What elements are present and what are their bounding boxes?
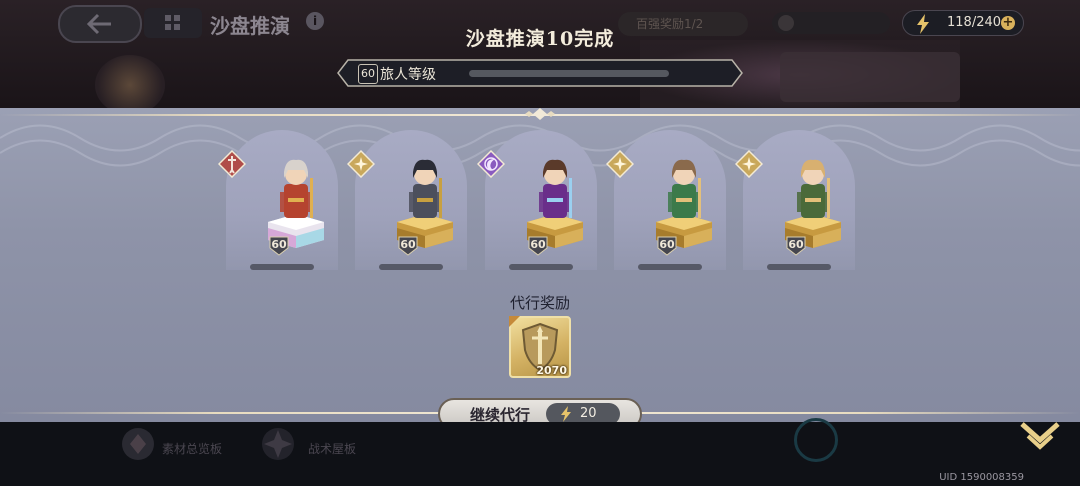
traveler-level-label: 旅人等级 [380, 67, 436, 83]
continue-cost-value: 20 [580, 406, 597, 421]
hero-card-1[interactable]: 60 [218, 130, 338, 270]
hero-card-5[interactable]: 60 [735, 130, 855, 270]
traveler-level-badge: 60 [358, 64, 378, 84]
element-light-icon [735, 150, 763, 178]
reward-item[interactable]: 2070 [509, 316, 571, 378]
element-sword-icon [218, 150, 246, 178]
hero-figure [268, 159, 324, 248]
hero-card-3[interactable]: 60 [477, 130, 597, 270]
bg-blur-emblem [95, 55, 165, 115]
hero-figure [785, 159, 841, 248]
traveler-level-bar: 60 旅人等级 [336, 58, 744, 88]
hero-level-value: 60 [271, 238, 287, 251]
hero-card-base-bar [250, 264, 314, 270]
chevron-down-icon[interactable] [1018, 420, 1062, 454]
user-id: UID 1590008359 [939, 472, 1024, 483]
reward-item-count: 2070 [536, 364, 567, 377]
hero-card-base-bar [767, 264, 831, 270]
materials-overview-icon [122, 428, 154, 460]
tactics-house-label: 战术屋板 [308, 442, 357, 456]
hero-level-value: 60 [400, 238, 416, 251]
result-title: 沙盘推演10完成 [465, 28, 615, 50]
element-light-icon [606, 150, 634, 178]
hero-figure [527, 159, 583, 248]
element-dark-icon [477, 150, 505, 178]
bg-blur-card [780, 52, 960, 102]
hero-card-base-bar [509, 264, 573, 270]
traveler-level-track [469, 70, 669, 77]
element-light-icon [347, 150, 375, 178]
diamond-ornament-icon [525, 108, 555, 120]
tactics-house-icon [262, 428, 294, 460]
lightning-icon [561, 406, 571, 422]
hero-card-2[interactable]: 60 [347, 130, 467, 270]
hero-level-badge: 60 [527, 236, 549, 256]
hero-level-badge: 60 [268, 236, 290, 256]
hero-level-badge: 60 [656, 236, 678, 256]
reward-title: 代行奖励 [509, 294, 570, 312]
hero-card-base-bar [379, 264, 443, 270]
hero-figure [656, 159, 712, 248]
hero-level-value: 60 [530, 238, 546, 251]
dim-ring [794, 418, 838, 462]
hero-card-base-bar [638, 264, 702, 270]
hero-card-4[interactable]: 60 [606, 130, 726, 270]
hero-level-badge: 60 [397, 236, 419, 256]
hero-figure [397, 159, 453, 248]
hero-level-value: 60 [659, 238, 675, 251]
materials-overview-label: 素材总览板 [162, 442, 223, 456]
hero-level-badge: 60 [785, 236, 807, 256]
hero-level-value: 60 [788, 238, 804, 251]
